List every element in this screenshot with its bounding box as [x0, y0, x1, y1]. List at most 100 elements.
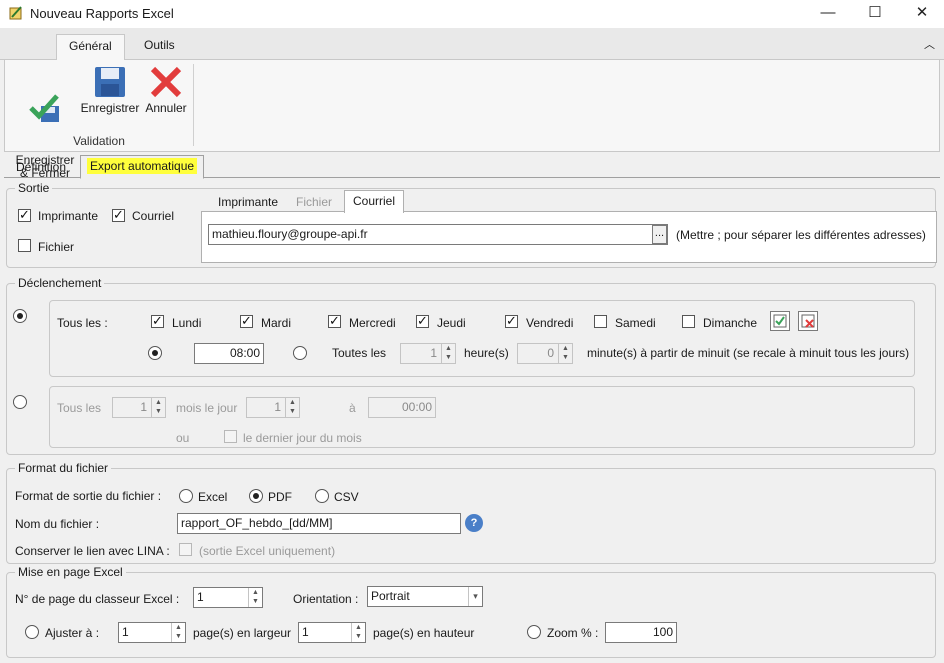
day-vendredi-label: Vendredi: [526, 316, 574, 330]
last-day-checkbox[interactable]: [224, 430, 237, 443]
day-mardi-checkbox[interactable]: [240, 313, 253, 329]
tous-les-label: Tous les :: [57, 316, 108, 330]
page-classeur-value: 1: [197, 590, 204, 604]
day-mercredi-label: Mercredi: [349, 316, 396, 330]
declenchement-group: Déclenchement Tous les : Lundi Mardi Mer…: [6, 276, 936, 455]
minutes-stepper[interactable]: 0 ▲ ▼: [517, 343, 573, 364]
hauteur-spin-icon[interactable]: ▲ ▼: [351, 623, 365, 642]
fichier-label: Fichier: [38, 240, 75, 254]
ajuster-label: Ajuster à :: [45, 626, 100, 640]
floppy-disk-icon: [77, 64, 143, 100]
format-csv-radio[interactable]: [315, 489, 329, 503]
orientation-value: Portrait: [371, 589, 410, 603]
month-stepper[interactable]: 1 ▲ ▼: [112, 397, 166, 418]
maximize-button[interactable]: ☐: [853, 0, 897, 28]
mise-en-page-legend: Mise en page Excel: [15, 565, 126, 579]
weekly-radio[interactable]: [13, 309, 27, 323]
day-mercredi-checkbox[interactable]: [328, 313, 341, 329]
ribbon-collapse-icon[interactable]: ︿: [924, 36, 935, 52]
day-jeudi-checkbox[interactable]: [416, 313, 429, 329]
time-value: 08:00: [229, 346, 260, 360]
courriel-checkbox[interactable]: [112, 207, 125, 223]
subtab-imprimante[interactable]: Imprimante: [210, 192, 286, 214]
largeur-label: page(s) en largeur: [193, 626, 292, 640]
email-value: mathieu.floury@groupe-api.fr: [212, 227, 368, 241]
tab-export-automatique[interactable]: Export automatique: [80, 155, 205, 179]
a-label: à: [349, 401, 356, 415]
format-pdf-radio[interactable]: [249, 489, 263, 503]
help-icon[interactable]: ?: [465, 514, 483, 532]
hours-label: heure(s): [464, 346, 509, 360]
page-classeur-stepper[interactable]: 1 ▲ ▼: [193, 587, 263, 608]
uncheck-all-button[interactable]: [798, 311, 818, 331]
ribbon-tab-bar: Général Outils ︿: [0, 28, 944, 61]
largeur-stepper[interactable]: 1 ▲ ▼: [118, 622, 186, 643]
orientation-select[interactable]: Portrait ▾: [367, 586, 483, 607]
zoom-input[interactable]: 100: [605, 622, 677, 643]
page-classeur-spin-icon[interactable]: ▲ ▼: [248, 588, 262, 607]
format-excel-radio[interactable]: [179, 489, 193, 503]
sortie-legend: Sortie: [15, 181, 53, 195]
imprimante-checkbox[interactable]: [18, 207, 31, 223]
fichier-checkbox[interactable]: [18, 239, 31, 252]
fixed-time-radio[interactable]: [148, 346, 162, 360]
tab-export-automatique-label: Export automatique: [87, 158, 198, 174]
monthly-tous-les-label: Tous les: [57, 401, 102, 415]
monthly-time-input[interactable]: 00:00: [368, 397, 436, 418]
cancel-x-icon: [143, 64, 189, 100]
filename-field[interactable]: rapport_OF_hebdo_[dd/MM]: [177, 513, 461, 534]
monthly-radio[interactable]: [13, 395, 27, 409]
toutes-les-label: Toutes les: [332, 346, 387, 360]
hours-spin-icon[interactable]: ▲ ▼: [441, 344, 455, 363]
ribbon-tab-outils[interactable]: Outils: [132, 34, 187, 60]
save-button[interactable]: Enregistrer: [77, 64, 143, 115]
nom-fichier-label: Nom du fichier :: [15, 517, 100, 531]
chevron-down-icon[interactable]: ▾: [468, 587, 482, 606]
email-browse-button[interactable]: ...: [652, 225, 667, 244]
ou-label: ou: [176, 431, 190, 445]
day-mardi-label: Mardi: [261, 316, 292, 330]
check-all-button[interactable]: [770, 311, 790, 331]
tab-definition[interactable]: Définition: [10, 157, 72, 178]
hauteur-stepper[interactable]: 1 ▲ ▼: [298, 622, 366, 643]
month-spin-icon[interactable]: ▲ ▼: [151, 398, 165, 417]
subtab-courriel[interactable]: Courriel: [344, 190, 405, 213]
day-dimanche-label: Dimanche: [703, 316, 758, 330]
subtab-fichier[interactable]: Fichier: [288, 192, 340, 214]
app-icon: [8, 5, 24, 24]
day-value: 1: [274, 400, 281, 414]
day-vendredi-checkbox[interactable]: [505, 313, 518, 329]
hauteur-value: 1: [302, 625, 309, 639]
page-classeur-label: N° de page du classeur Excel :: [15, 592, 180, 606]
day-spin-icon[interactable]: ▲ ▼: [285, 398, 299, 417]
minimize-button[interactable]: —: [806, 0, 850, 28]
day-stepper[interactable]: 1 ▲ ▼: [246, 397, 300, 418]
lien-lina-checkbox[interactable]: [179, 543, 192, 556]
ajuster-radio[interactable]: [25, 625, 39, 639]
day-samedi-checkbox[interactable]: [594, 315, 607, 328]
ribbon-panel: Enregistrer & Fermer Enregistrer Annuler…: [4, 60, 940, 180]
monthly-panel: Tous les 1 ▲ ▼ mois le jour 1 ▲ ▼ à 00:00 ou…: [49, 386, 915, 448]
courriel-label: Courriel: [132, 209, 175, 223]
email-field[interactable]: mathieu.floury@groupe-api.fr: [208, 224, 668, 245]
ribbon-tab-general[interactable]: Général: [56, 34, 125, 61]
mise-en-page-group: Mise en page Excel N° de page du classeu…: [6, 565, 936, 658]
minutes-spin-icon[interactable]: ▲ ▼: [558, 344, 572, 363]
day-lundi-checkbox[interactable]: [151, 313, 164, 329]
largeur-spin-icon[interactable]: ▲ ▼: [171, 623, 185, 642]
cancel-label: Annuler: [145, 101, 187, 115]
close-button[interactable]: ✕: [900, 0, 944, 28]
time-input[interactable]: 08:00: [194, 343, 264, 364]
email-hint: (Mettre ; pour séparer les différentes a…: [676, 228, 926, 242]
orientation-label: Orientation :: [293, 592, 359, 606]
save-label: Enregistrer: [80, 101, 140, 115]
interval-radio[interactable]: [293, 346, 307, 360]
day-dimanche-checkbox[interactable]: [682, 315, 695, 328]
hours-value: 1: [430, 346, 437, 360]
hours-stepper[interactable]: 1 ▲ ▼: [400, 343, 456, 364]
zoom-radio[interactable]: [527, 625, 541, 639]
cancel-button[interactable]: Annuler: [143, 64, 189, 115]
last-day-label: le dernier jour du mois: [243, 431, 362, 445]
format-csv-label: CSV: [334, 490, 359, 504]
day-jeudi-label: Jeudi: [437, 316, 466, 330]
